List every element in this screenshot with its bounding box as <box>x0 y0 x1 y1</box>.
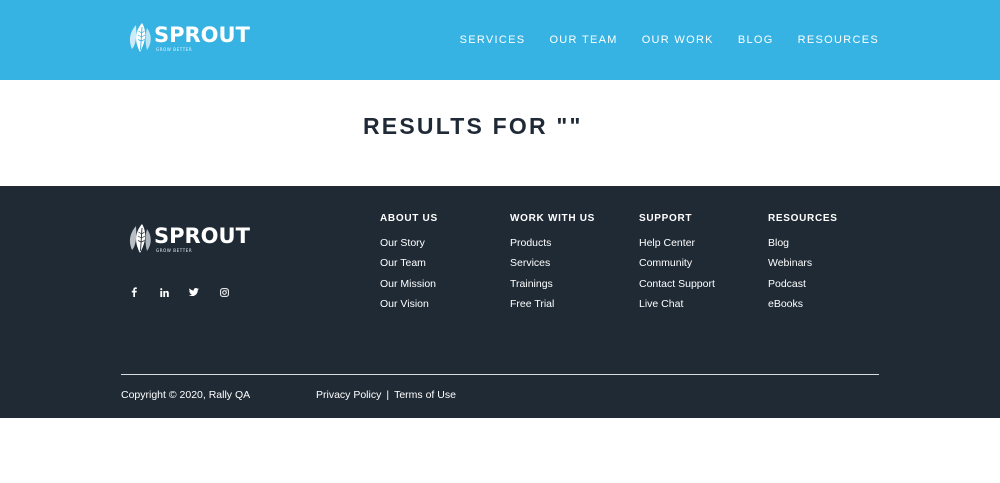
footer-link-contact-support[interactable]: Contact Support <box>639 278 715 298</box>
footer-col-support: SUPPORT Help Center Community Contact Su… <box>639 213 715 318</box>
header-logo[interactable]: SPROUT GROW BETTER <box>127 22 250 54</box>
nav-our-work[interactable]: OUR WORK <box>642 34 714 46</box>
terms-of-use-link[interactable]: Terms of Use <box>394 389 456 401</box>
linkedin-icon[interactable] <box>159 286 169 298</box>
leaf-logo-icon <box>129 224 151 253</box>
nav-blog[interactable]: BLOG <box>738 34 774 46</box>
instagram-icon[interactable] <box>219 286 229 298</box>
main-nav: SERVICES OUR TEAM OUR WORK BLOG RESOURCE… <box>460 34 879 46</box>
logo-name: SPROUT <box>154 22 250 47</box>
footer-col-work-with-us: WORK WITH US Products Services Trainings… <box>510 213 595 318</box>
search-results-section: RESULTS FOR "" <box>0 80 1000 186</box>
nav-resources[interactable]: RESOURCES <box>798 34 879 46</box>
nav-services[interactable]: SERVICES <box>460 34 526 46</box>
footer-col-title: RESOURCES <box>768 213 838 224</box>
footer-col-resources: RESOURCES Blog Webinars Podcast eBooks <box>768 213 838 318</box>
twitter-icon[interactable] <box>189 286 199 298</box>
footer-link-services[interactable]: Services <box>510 257 595 277</box>
footer-link-our-vision[interactable]: Our Vision <box>380 298 438 318</box>
footer-col-title: SUPPORT <box>639 213 693 224</box>
social-links <box>129 286 229 298</box>
footer-link-products[interactable]: Products <box>510 237 595 257</box>
footer-link-webinars[interactable]: Webinars <box>768 257 838 277</box>
nav-our-team[interactable]: OUR TEAM <box>549 34 617 46</box>
logo-tagline: GROW BETTER <box>156 46 193 52</box>
results-heading: RESULTS FOR "" <box>363 113 583 139</box>
footer-col-about-us: ABOUT US Our Story Our Team Our Mission … <box>380 213 438 318</box>
footer-link-free-trial[interactable]: Free Trial <box>510 298 595 318</box>
site-footer: SPROUT GROW BETTER ABOUT US Our Story Ou… <box>0 186 1000 418</box>
footer-link-our-mission[interactable]: Our Mission <box>380 278 438 298</box>
footer-logo-tagline: GROW BETTER <box>156 247 193 253</box>
facebook-icon[interactable] <box>129 286 139 298</box>
footer-col-title: WORK WITH US <box>510 213 596 224</box>
legal-links: Privacy Policy | Terms of Use <box>316 389 456 401</box>
footer-link-community[interactable]: Community <box>639 257 715 277</box>
footer-link-podcast[interactable]: Podcast <box>768 278 838 298</box>
footer-link-trainings[interactable]: Trainings <box>510 278 595 298</box>
copyright-text: Copyright © 2020, Rally QA <box>121 389 251 401</box>
footer-link-our-story[interactable]: Our Story <box>380 237 438 257</box>
footer-link-live-chat[interactable]: Live Chat <box>639 298 715 318</box>
footer-link-blog[interactable]: Blog <box>768 237 838 257</box>
legal-separator: | <box>386 389 390 401</box>
footer-col-title: ABOUT US <box>380 213 438 224</box>
leaf-logo-icon <box>129 23 151 52</box>
privacy-policy-link[interactable]: Privacy Policy <box>316 389 381 401</box>
footer-divider <box>121 374 879 375</box>
site-header: SPROUT GROW BETTER SERVICES OUR TEAM OUR… <box>0 0 1000 80</box>
footer-link-our-team[interactable]: Our Team <box>380 257 438 277</box>
footer-logo[interactable]: SPROUT GROW BETTER <box>127 223 250 255</box>
footer-link-help-center[interactable]: Help Center <box>639 237 715 257</box>
footer-logo-name: SPROUT <box>154 223 250 248</box>
footer-link-ebooks[interactable]: eBooks <box>768 298 838 318</box>
